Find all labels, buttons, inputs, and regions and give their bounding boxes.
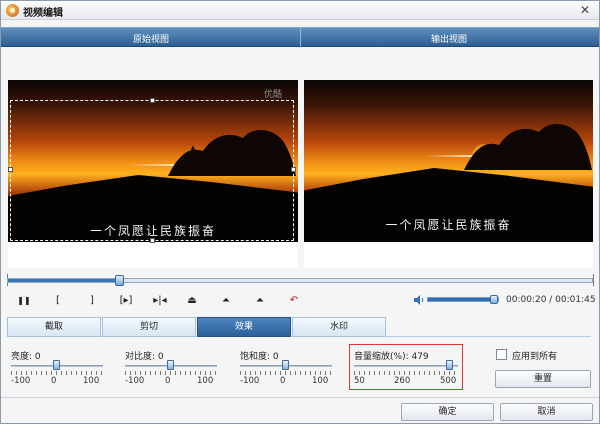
volume-scale-control: 音量缩放(%): 479 50 260 500 [354,349,458,389]
output-preview-panel: 一个凤愿让民族振奋 [304,80,593,268]
volume-scale-slider[interactable] [354,365,458,367]
footer-separator [1,397,599,398]
play-selection-button[interactable]: [▸] [113,293,139,309]
undo-button[interactable]: ↶ [283,293,305,309]
tab-watermark[interactable]: 水印 [292,317,386,337]
seek-out-button[interactable]: ⏶ [215,293,237,309]
output-caption: 一个凤愿让民族振奋 [385,218,512,232]
tab-capture[interactable]: 截取 [7,317,101,337]
brightness-ticks [11,371,103,375]
window-title: 视频编辑 [23,8,63,19]
jump-button[interactable]: ⏶ [249,293,271,309]
saturation-thumb[interactable] [282,360,289,370]
timeline-progress [8,279,119,282]
contrast-control: 对比度: 0 -100 0 100 [125,349,225,389]
pause-button[interactable]: ❚❚ [13,293,35,309]
contrast-mid: 0 [165,376,171,386]
contrast-max: 100 [197,376,214,386]
saturation-ticks [240,371,332,375]
crop-handle-right[interactable] [291,167,296,172]
volume-slider[interactable] [427,295,499,304]
volume-scale-mid: 260 [394,376,411,386]
seek-in-button[interactable]: ⏏ [181,293,203,309]
video-edit-dialog: 视频编辑 ✕ 原始视图 输出视图 一个凤愿让民族振奋 优酷 一个凤愿让民族振奋 … [0,0,600,424]
volume-level [428,298,498,301]
saturation-control: 饱和度: 0 -100 0 100 [240,349,340,389]
cancel-button[interactable]: 取消 [500,403,593,421]
reset-button[interactable]: 重置 [495,370,591,388]
timeline-slider[interactable] [7,275,593,286]
apply-all-label: 应用到所有 [512,352,558,362]
volume-scale-ticks [354,371,458,375]
ok-button[interactable]: 确定 [401,403,494,421]
app-icon [6,4,19,17]
saturation-mid: 0 [280,376,286,386]
tab-cut[interactable]: 剪切 [102,317,196,337]
speaker-icon[interactable] [413,294,425,306]
timeline-end-marker [593,274,594,286]
crop-handle-bottom[interactable] [150,238,155,243]
edit-tabs: 截取 剪切 效果 水印 [7,317,591,337]
volume-scale-thumb[interactable] [446,360,453,370]
timeline-thumb[interactable] [115,275,124,286]
view-header: 原始视图 输出视图 [1,27,599,48]
saturation-max: 100 [312,376,329,386]
saturation-label: 饱和度: 0 [240,352,279,362]
contrast-label: 对比度: 0 [125,352,164,362]
brightness-thumb[interactable] [53,360,60,370]
view-divider [300,28,301,48]
output-video-frame: 一个凤愿让民族振奋 [304,80,593,242]
playback-controls: ❚❚ [ ] [▸] ▸|◂ ⏏ ⏶ ⏶ ↶ [13,293,313,309]
contrast-min: -100 [125,376,145,386]
brightness-label: 亮度: 0 [11,352,41,362]
brightness-control: 亮度: 0 -100 0 100 [11,349,111,389]
contrast-ticks [125,371,217,375]
tab-effects[interactable]: 效果 [197,317,291,337]
volume-scale-max: 500 [440,376,457,386]
crop-selection-box[interactable] [8,98,296,243]
contrast-thumb[interactable] [167,360,174,370]
crop-handle-top[interactable] [150,98,155,103]
watermark-text: 优酷 [264,90,283,100]
step-button[interactable]: ▸|◂ [147,293,173,309]
saturation-min: -100 [240,376,260,386]
volume-scale-min: 50 [354,376,365,386]
timecode: 00:00:20 / 00:01:45 [506,295,596,305]
mark-in-button[interactable]: [ [47,293,69,309]
original-view-label: 原始视图 [133,35,170,45]
apply-all-checkbox[interactable] [496,349,507,360]
volume-thumb[interactable] [490,295,498,304]
close-button[interactable]: ✕ [577,2,593,18]
crop-handle-left[interactable] [8,167,13,172]
brightness-max: 100 [83,376,100,386]
output-view-label: 输出视图 [431,35,468,45]
brightness-min: -100 [11,376,31,386]
mark-out-button[interactable]: ] [81,293,103,309]
brightness-mid: 0 [51,376,57,386]
title-bar[interactable]: 视频编辑 ✕ [1,1,599,20]
volume-scale-label: 音量缩放(%): 479 [354,352,429,362]
